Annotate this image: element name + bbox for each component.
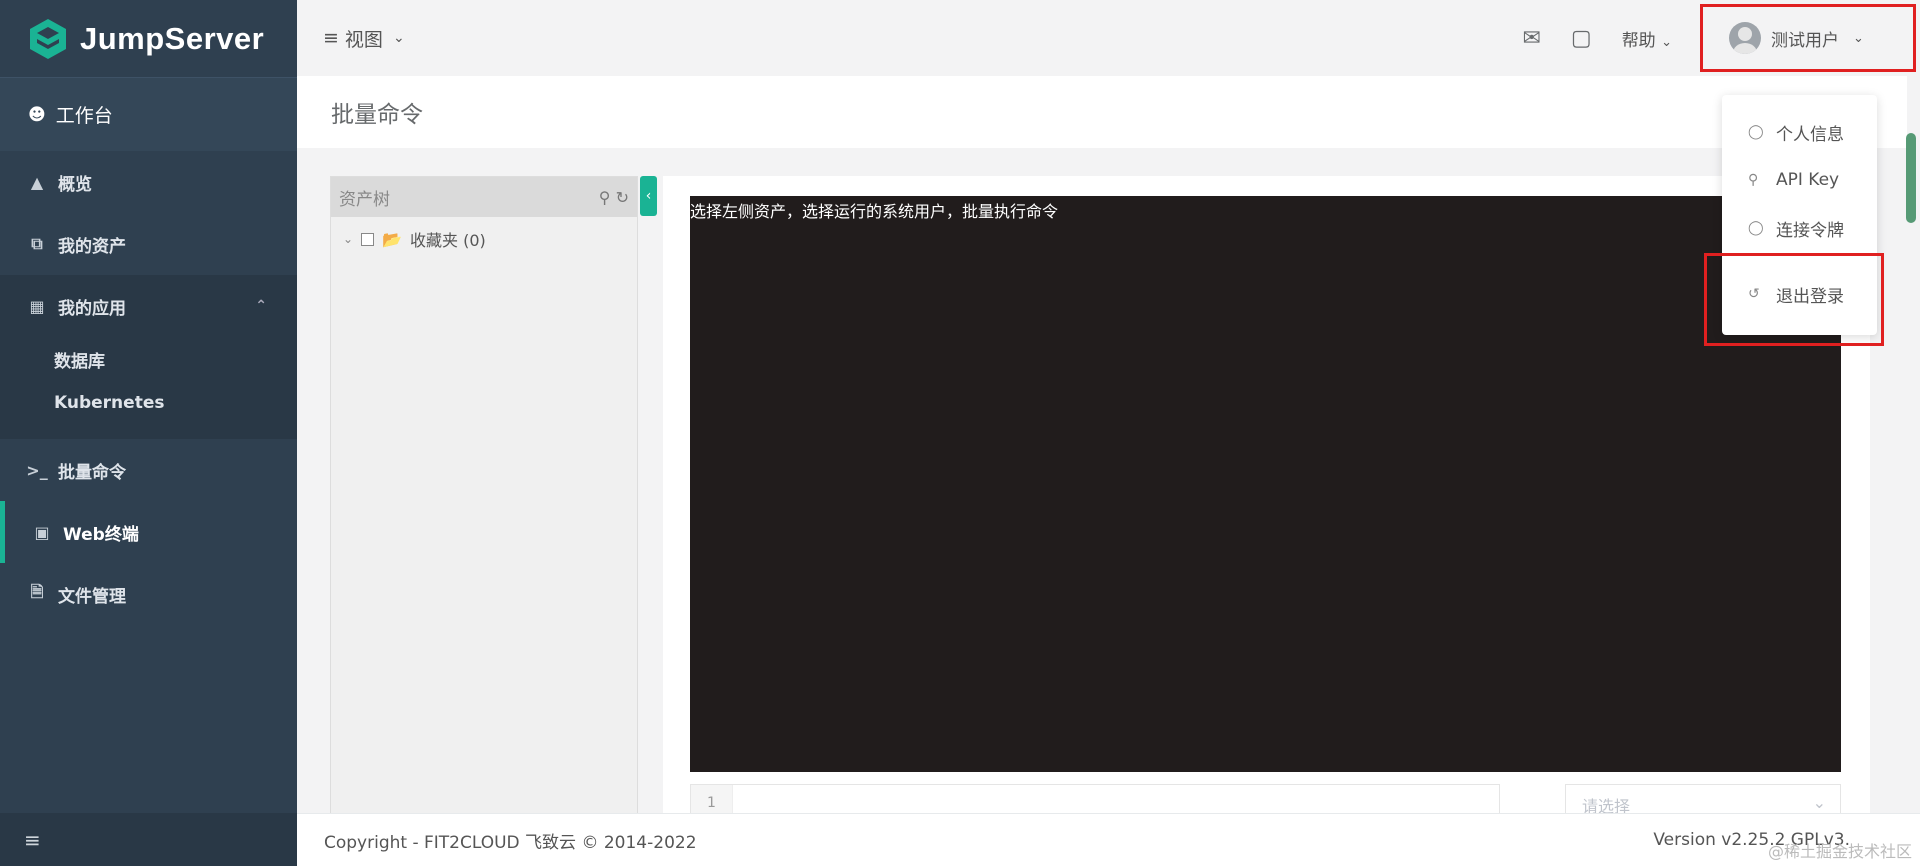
menu-item-label: 连接令牌 xyxy=(1776,220,1844,241)
user-menu[interactable]: 测试用户 ⌄ xyxy=(1700,4,1916,72)
mail-icon[interactable]: ✉ xyxy=(1522,26,1540,51)
terminal-hint: 选择左侧资产，选择运行的系统用户，批量执行命令 xyxy=(690,202,1059,221)
footer: Copyright - FIT2CLOUD 飞致云 © 2014-2022 Ve… xyxy=(297,813,1920,866)
top-navbar: ≡ 视图 ⌄ ✉ ▢ 帮助 ⌄ 测试用户 ⌄ xyxy=(297,0,1920,76)
terminal-output[interactable]: 选择左侧资产，选择运行的系统用户，批量执行命令 xyxy=(690,196,1841,772)
copyright: Copyright - FIT2CLOUD 飞致云 © 2014-2022 xyxy=(324,832,697,853)
file-icon: 🗎 xyxy=(30,581,44,601)
sidebar-item-database[interactable]: 数据库 xyxy=(0,337,297,381)
chart-area-icon: ▲ xyxy=(30,172,44,192)
checkbox[interactable] xyxy=(361,232,375,246)
tree-search-actions: ⚲ ↻ xyxy=(599,188,629,207)
sidebar-collapse-button[interactable]: ≡ xyxy=(0,813,297,866)
line-number: 1 xyxy=(691,785,733,815)
menu-item-label: 个人信息 xyxy=(1776,124,1844,145)
sidebar-item-my-assets[interactable]: ⧉ 我的资产 xyxy=(0,213,297,275)
user-icon: ◯ xyxy=(1748,124,1764,140)
command-editor[interactable]: 1 xyxy=(690,784,1500,816)
jumpserver-logo-icon xyxy=(30,18,66,59)
avatar xyxy=(1729,22,1761,54)
logout-highlight-box xyxy=(1704,253,1884,346)
user-name: 测试用户 xyxy=(1771,30,1839,51)
refresh-icon[interactable]: ↻ xyxy=(616,188,629,207)
token-icon: ◯ xyxy=(1748,220,1764,236)
tree-search-bar[interactable]: 资产树 ⚲ ↻ xyxy=(331,177,637,217)
hamburger-icon: ≡ xyxy=(323,27,339,49)
key-icon: ⚲ xyxy=(1748,172,1759,188)
sidebar-item-label: 批量命令 xyxy=(58,462,126,483)
sidebar-item-label: 概览 xyxy=(58,174,92,195)
user-icon: ☻ xyxy=(28,104,46,125)
collapse-menu-icon: ≡ xyxy=(24,827,41,852)
sidebar: JumpServer ☻ 工作台 ▲ 概览 ⧉ 我的资产 ▦ 我的应用 ⌃ 数据… xyxy=(0,0,297,866)
search-icon[interactable]: ⚲ xyxy=(599,188,611,207)
sidebar-group-my-apps: ▦ 我的应用 ⌃ 数据库 Kubernetes xyxy=(0,275,297,439)
sidebar-item-label: 文件管理 xyxy=(58,586,126,607)
menu-item-label: API Key xyxy=(1776,170,1840,190)
sidebar-item-batch-command[interactable]: >_ 批量命令 xyxy=(0,439,297,501)
sidebar-item-label: Web终端 xyxy=(63,524,139,545)
tree-search-placeholder: 资产树 xyxy=(339,189,390,210)
menu-item-api-key[interactable]: ⚲ API Key xyxy=(1722,156,1877,204)
help-menu[interactable]: 帮助 ⌄ xyxy=(1622,26,1672,51)
scrollbar[interactable] xyxy=(1906,133,1916,223)
sidebar-item-my-apps[interactable]: ▦ 我的应用 ⌃ xyxy=(0,275,297,337)
sidebar-item-overview[interactable]: ▲ 概览 xyxy=(0,151,297,213)
view-label: 视图 xyxy=(344,28,383,51)
view-menu-button[interactable]: ≡ 视图 ⌄ xyxy=(323,25,405,52)
top-right-actions: ✉ ▢ 帮助 ⌄ 测试用户 ⌄ xyxy=(1522,0,1920,76)
sidebar-sub-label: Kubernetes xyxy=(54,393,165,413)
system-user-select[interactable]: 请选择 ⌄ xyxy=(1565,784,1841,816)
tree-toggle-button[interactable]: ‹ xyxy=(640,176,657,216)
help-label: 帮助 xyxy=(1621,30,1656,51)
page-title: 批量命令 xyxy=(331,102,423,128)
sidebar-item-label: 我的应用 xyxy=(58,298,126,319)
menu-item-connection-token[interactable]: ◯ 连接令牌 xyxy=(1722,204,1877,252)
logo[interactable]: JumpServer xyxy=(0,0,297,77)
sidebar-item-kubernetes[interactable]: Kubernetes xyxy=(0,381,297,439)
tree-node-label: 收藏夹 (0) xyxy=(409,231,486,250)
menu-item-profile[interactable]: ◯ 个人信息 xyxy=(1722,108,1877,156)
sidebar-sub-label: 数据库 xyxy=(54,351,105,372)
terminal-icon[interactable]: ▢ xyxy=(1571,26,1592,51)
chevron-up-icon: ⌃ xyxy=(255,298,267,314)
chevron-left-icon: ‹ xyxy=(645,188,652,204)
terminal-prompt-icon: >_ xyxy=(26,460,48,480)
workbench-switcher[interactable]: ☻ 工作台 xyxy=(0,77,297,151)
watermark: @稀土掘金技术社区 xyxy=(1767,842,1912,861)
workbench-label: 工作台 xyxy=(55,105,113,127)
chevron-down-icon: ⌄ xyxy=(392,30,405,46)
asset-tree-panel: 资产树 ⚲ ↻ ⌄ 📂 收藏夹 (0) xyxy=(330,176,638,816)
chevron-down-icon: ⌄ xyxy=(1812,793,1826,812)
chevron-down-icon: ⌄ xyxy=(1853,30,1864,46)
assets-icon: ⧉ xyxy=(31,234,43,253)
chevron-down-icon[interactable]: ⌄ xyxy=(343,232,353,246)
grid-icon: ▦ xyxy=(29,296,45,316)
tree-node-favorites[interactable]: ⌄ 📂 收藏夹 (0) xyxy=(331,217,637,251)
logo-text: JumpServer xyxy=(80,20,265,56)
page-header: 批量命令 xyxy=(297,76,1907,148)
folder-open-icon: 📂 xyxy=(382,229,402,249)
sidebar-item-web-terminal[interactable]: ▣ Web终端 xyxy=(0,501,297,563)
chevron-down-icon: ⌄ xyxy=(1661,34,1672,50)
sidebar-item-label: 我的资产 xyxy=(58,236,126,257)
window-icon: ▣ xyxy=(34,522,50,542)
sidebar-item-file-manager[interactable]: 🗎 文件管理 xyxy=(0,563,297,625)
